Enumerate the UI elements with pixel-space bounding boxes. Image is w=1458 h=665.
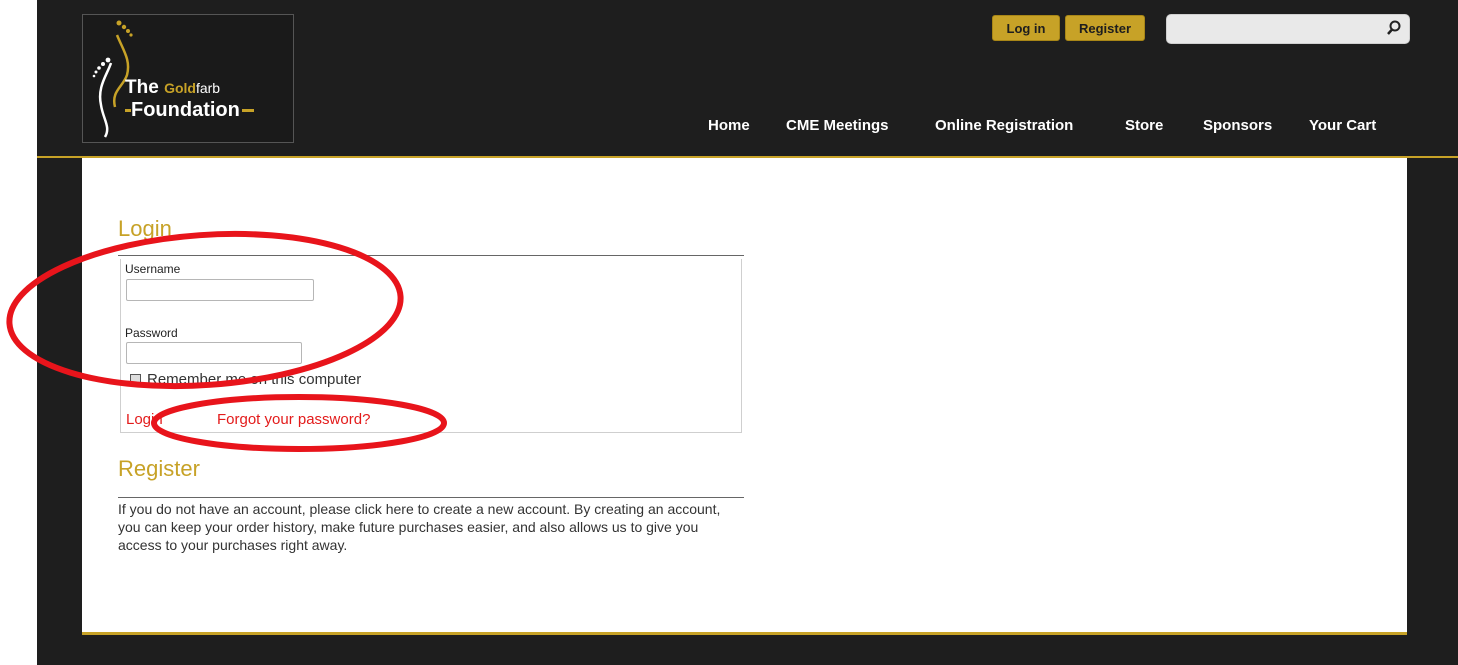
- logo-gold: Gold: [164, 80, 196, 96]
- logo-the: The: [125, 77, 159, 98]
- username-label: Username: [125, 262, 181, 276]
- login-button[interactable]: Log in: [992, 15, 1060, 41]
- login-form: Username Password Remember me on this co…: [120, 259, 742, 433]
- nav-online-registration[interactable]: Online Registration: [935, 117, 1073, 134]
- register-heading: Register: [118, 456, 200, 481]
- search-input[interactable]: [1166, 14, 1410, 44]
- remember-me-checkbox[interactable]: [130, 374, 141, 385]
- register-heading-rule: [118, 497, 744, 498]
- login-link[interactable]: Login: [126, 411, 163, 428]
- page-frame: The Goldfarb Foundation Log in Register …: [37, 0, 1458, 665]
- nav-cme-meetings[interactable]: CME Meetings: [786, 117, 889, 134]
- nav-home[interactable]: Home: [708, 117, 750, 134]
- login-heading: Login: [118, 216, 172, 241]
- forgot-password-link[interactable]: Forgot your password?: [217, 411, 370, 428]
- remember-me-label: Remember me on this computer: [147, 371, 362, 388]
- logo-foundation: Foundation: [131, 99, 240, 121]
- site-header: The Goldfarb Foundation Log in Register …: [37, 0, 1458, 157]
- password-field[interactable]: [126, 342, 302, 364]
- register-description: If you do not have an account, please cl…: [118, 501, 721, 553]
- logo-bar-right: [241, 109, 254, 113]
- main-content: Login Username Password Remember me on t…: [82, 158, 1407, 632]
- content-bottom-rule: [82, 632, 1407, 635]
- login-heading-rule: [118, 255, 744, 256]
- register-button[interactable]: Register: [1065, 15, 1145, 41]
- search-icon[interactable]: [1385, 19, 1403, 37]
- site-logo[interactable]: The Goldfarb Foundation: [82, 14, 294, 143]
- username-field[interactable]: [126, 279, 314, 301]
- logo-farb: farb: [195, 80, 221, 96]
- nav-sponsors[interactable]: Sponsors: [1203, 117, 1272, 134]
- nav-store[interactable]: Store: [1125, 117, 1163, 134]
- password-label: Password: [125, 326, 178, 340]
- nav-your-cart[interactable]: Your Cart: [1309, 117, 1376, 134]
- logo-wordmark: The Goldfarb Foundation: [125, 78, 254, 120]
